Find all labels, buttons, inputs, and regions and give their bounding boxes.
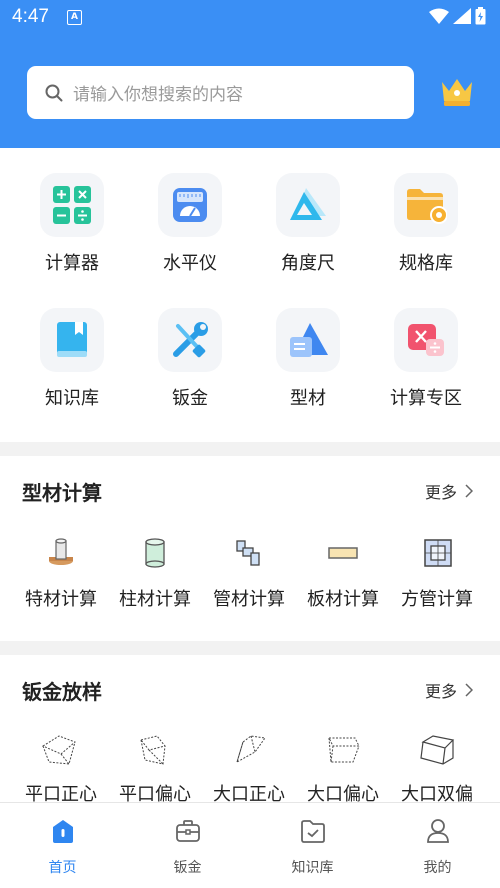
folder-settings-icon [407,189,447,224]
status-icons [429,7,486,25]
wrench-icon [173,322,208,358]
tool-calculator[interactable]: 计算器 [22,173,122,275]
pipe-icon [236,540,260,566]
flat-center-icon [41,735,76,765]
sheet-item-big-offset[interactable]: 大口偏心 [293,732,393,806]
profile-item-column[interactable]: 柱材计算 [105,537,205,611]
nav-home[interactable]: 首页 [0,803,125,877]
bottom-nav: 首页 钣金 知识库 我的 [0,802,500,888]
big-offset-icon [328,737,360,763]
profile-item-label: 柱材计算 [119,589,191,610]
tool-icon-box [158,308,222,372]
nav-mine[interactable]: 我的 [375,803,500,877]
tool-label: 角度尺 [281,253,335,274]
signal-icon [453,8,471,24]
nav-label: 首页 [48,860,77,876]
header: 4:47 A 请输入你想搜索的内容 [0,0,500,148]
tool-label: 知识库 [45,388,99,409]
level-icon [173,188,207,222]
more-link-sheet[interactable]: 更多 [425,678,474,702]
notification-icon: A [66,9,82,25]
more-label: 更多 [425,483,458,502]
tool-icon-box [40,173,104,237]
tool-level[interactable]: 水平仪 [140,173,240,275]
tool-icon-box [40,308,104,372]
tool-label: 计算器 [45,253,99,274]
nav-label: 知识库 [291,860,334,876]
cylinder-icon [145,538,165,568]
section-title-profile: 型材计算 [22,481,102,505]
toolbox-icon [175,820,200,842]
sheet-item-big-center[interactable]: 大口正心 [199,732,299,806]
status-time: 4:47 [12,6,49,27]
search-icon [45,84,63,101]
folder-check-icon [300,820,325,843]
nav-label: 钣金 [173,860,202,876]
square-tube-icon [424,539,452,567]
tool-icon-box [158,173,222,237]
tool-icon-box [394,173,458,237]
profile-item-special[interactable]: 特材计算 [11,537,111,611]
tool-grid: 计算器 水平仪 角度尺 规格库 知识库 钣金 型材 计算专区 [0,148,500,442]
tool-label: 型材 [290,388,326,409]
search-input[interactable]: 请输入你想搜索的内容 [27,66,414,119]
search-placeholder: 请输入你想搜索的内容 [73,85,243,105]
chevron-right-icon [465,683,474,697]
tool-sheet-metal[interactable]: 钣金 [140,308,240,410]
sheet-item-flat-center[interactable]: 平口正心 [11,732,111,806]
tool-profile[interactable]: 型材 [258,308,358,410]
section-divider [0,442,500,456]
tool-protractor[interactable]: 角度尺 [258,173,358,275]
wifi-icon [429,8,449,24]
more-link-profile[interactable]: 更多 [425,479,474,503]
more-label: 更多 [425,682,458,701]
home-icon [52,820,73,843]
tool-knowledge[interactable]: 知识库 [22,308,122,410]
sheet-item-big-double-offset[interactable]: 大口双偏 [387,732,487,806]
chevron-right-icon [465,484,474,498]
protractor-icon [290,188,326,220]
status-bar: 4:47 A [0,0,500,34]
crown-vip-icon[interactable] [439,76,475,108]
tool-label: 水平仪 [163,253,217,274]
profile-item-label: 板材计算 [307,589,379,610]
math-card-icon [408,324,444,356]
nav-label: 我的 [423,860,452,876]
tool-label: 规格库 [399,253,453,274]
tool-label: 计算专区 [390,388,462,409]
plate-icon [328,547,358,559]
shape-icon [290,323,328,357]
big-double-offset-icon [420,735,455,765]
profile-item-label: 方管计算 [401,589,473,610]
profile-item-square-tube[interactable]: 方管计算 [387,537,487,611]
tool-icon-box [276,308,340,372]
tool-calc-zone[interactable]: 计算专区 [376,308,476,410]
profile-item-label: 特材计算 [25,589,97,610]
special-material-icon [49,538,73,565]
flat-offset-icon [140,735,166,765]
tool-icon-box [276,173,340,237]
profile-item-pipe[interactable]: 管材计算 [199,537,299,611]
section-divider [0,641,500,655]
tool-label: 钣金 [172,388,208,409]
nav-sheet-metal[interactable]: 钣金 [125,803,250,877]
profile-item-label: 管材计算 [213,589,285,610]
battery-icon [475,7,486,25]
nav-knowledge[interactable]: 知识库 [250,803,375,877]
book-icon [57,322,87,357]
big-center-icon [236,735,266,764]
profile-item-plate[interactable]: 板材计算 [293,537,393,611]
user-icon [426,819,449,843]
sheet-item-flat-offset[interactable]: 平口偏心 [105,732,205,806]
section-title-sheet: 钣金放样 [22,680,102,704]
tool-spec-library[interactable]: 规格库 [376,173,476,275]
tool-icon-box [394,308,458,372]
calculator-icon [53,186,91,224]
